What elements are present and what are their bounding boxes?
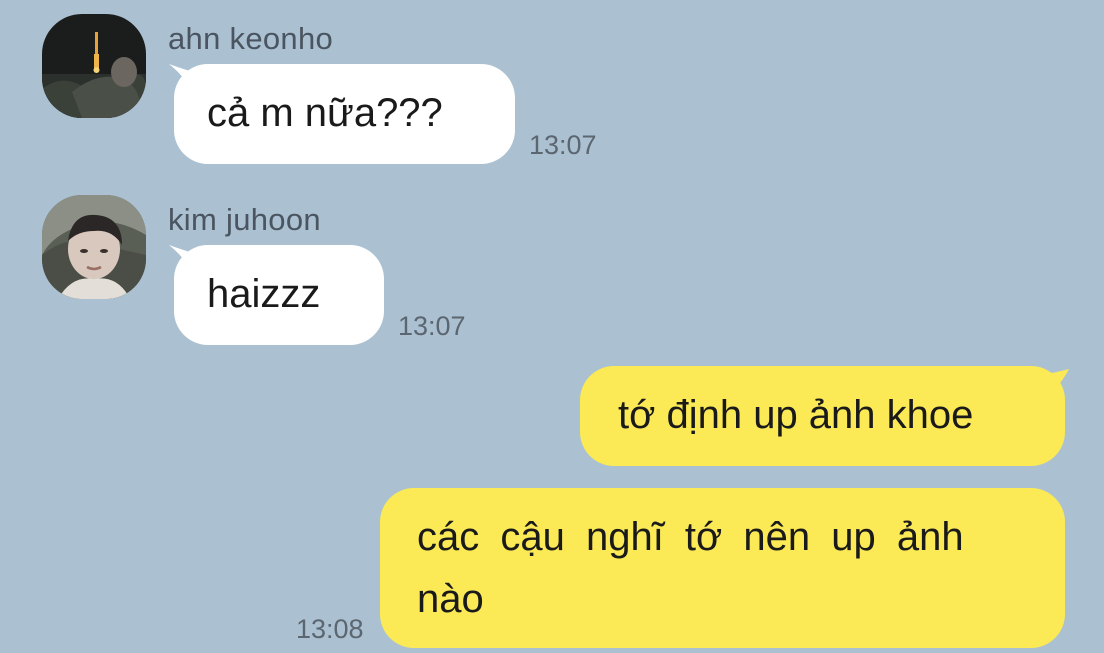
message-text: haizzz	[207, 272, 321, 316]
message-bubble-outgoing[interactable]: tớ định up ảnh khoe	[580, 366, 1065, 466]
message-timestamp: 13:07	[529, 130, 597, 160]
message-bubble-outgoing[interactable]: các cậu nghĩ tớ nên up ảnh nào	[380, 488, 1065, 648]
sender-name: ahn keonho	[168, 21, 334, 56]
message-timestamp: 13:08	[296, 614, 364, 644]
message-bubble-incoming[interactable]: haizzz	[174, 245, 384, 345]
message-bubble-incoming[interactable]: cả m nữa???	[174, 64, 515, 164]
message-timestamp: 13:07	[398, 311, 466, 341]
avatar-kim-juhoon[interactable]	[42, 195, 146, 299]
chat-message-list[interactable]: ahn keonho cả m nữa??? 13:07 kim juhoon …	[0, 0, 1104, 653]
avatar-ahn-keonho[interactable]	[42, 14, 146, 118]
message-text: các cậu nghĩ tớ nên up ảnh nào	[417, 515, 964, 621]
profile-photo-selfie	[42, 195, 146, 299]
message-text: cả m nữa???	[207, 91, 443, 135]
profile-photo-night-sky	[42, 14, 146, 118]
message-text: tớ định up ảnh khoe	[618, 393, 974, 437]
sender-name: kim juhoon	[168, 202, 321, 237]
